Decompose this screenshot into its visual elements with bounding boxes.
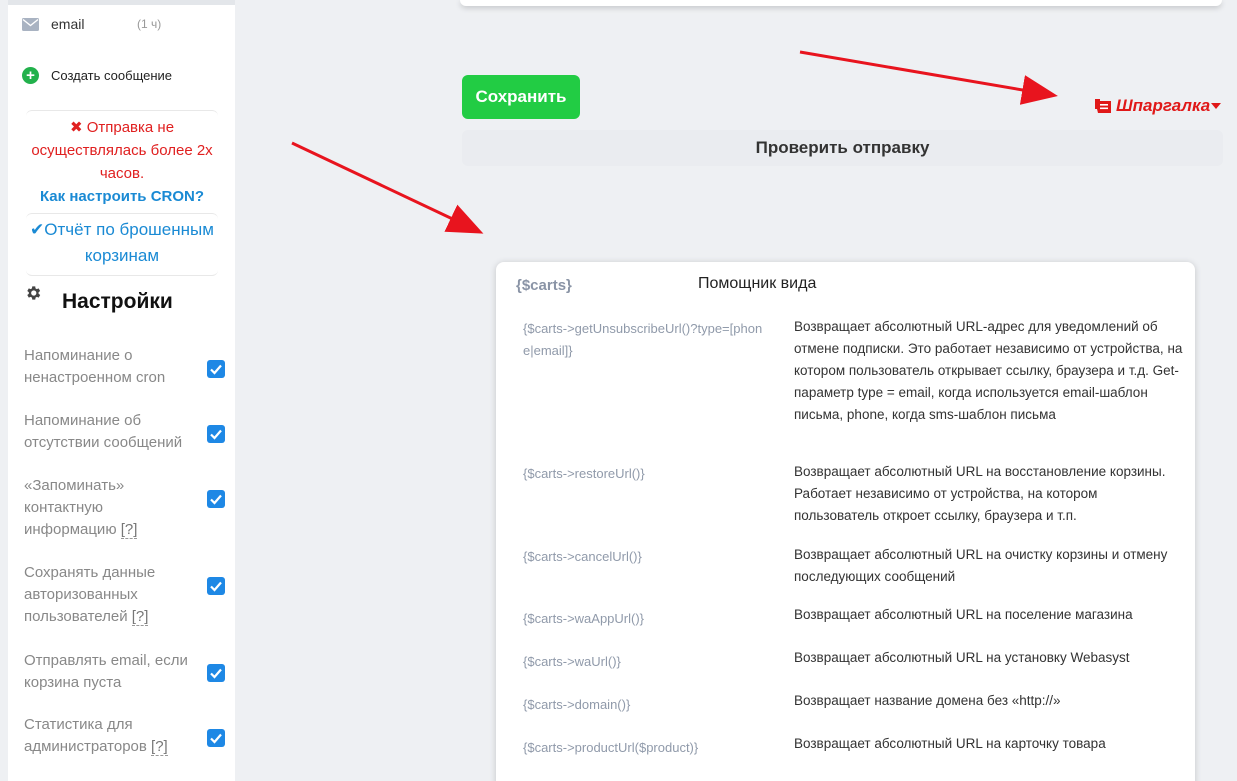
helper-code: {$carts->restoreUrl()}	[523, 466, 645, 481]
caret-down-icon	[1211, 103, 1222, 109]
setting-send-empty-cart: Отправлять email, если корзина пуста	[24, 650, 229, 694]
top-panel-edge	[460, 0, 1222, 6]
checkbox-checked-icon[interactable]	[207, 360, 225, 378]
help-hint[interactable]: [?]	[131, 608, 149, 626]
check-icon: ✔	[30, 220, 45, 239]
cheat-sheet-link[interactable]: Шпаргалка	[1093, 96, 1222, 116]
abandoned-carts-report-link[interactable]: ✔Отчёт по брошенным корзинам	[26, 213, 218, 276]
helper-code: {$carts->waAppUrl()}	[523, 611, 645, 626]
cron-warning-box: ✖ Отправка не осуществлялась более 2х ча…	[26, 110, 218, 213]
checkbox-checked-icon[interactable]	[207, 577, 225, 595]
setting-label: Сохранять данные авторизованных пользова…	[24, 564, 156, 626]
save-button[interactable]: Сохранить	[462, 75, 580, 119]
cron-warning: ✖ Отправка не осуществлялась более 2х ча…	[26, 116, 218, 185]
helper-code: {$carts->productUrl($product)}	[523, 740, 699, 755]
helper-desc: Возвращает абсолютный URL на восстановле…	[794, 464, 1166, 523]
setting-label: Напоминание о ненастроенном cron	[24, 347, 166, 386]
annotation-arrow-cheat-sheet	[799, 50, 1058, 105]
setting-label: «Запоминать» контактную информацию [?]	[24, 477, 138, 539]
report-label: Отчёт по брошенным корзинам	[44, 220, 214, 265]
setting-admin-stats: Статистика для администраторов [?]	[24, 714, 229, 758]
setting-label: Отправлять email, если корзина пуста	[24, 652, 188, 691]
helper-code: {$carts->cancelUrl()}	[523, 549, 642, 564]
checkbox-checked-icon[interactable]	[207, 490, 225, 508]
sidebar-top-strip	[8, 0, 235, 5]
helper-title: Помощник вида	[698, 275, 817, 292]
helper-code: {$carts->domain()}	[523, 697, 631, 712]
setting-save-auth-users: Сохранять данные авторизованных пользова…	[24, 562, 229, 628]
email-count: (1 ч)	[137, 17, 162, 31]
helper-desc: Возвращает абсолютный URL-адрес для увед…	[794, 319, 1183, 422]
cheat-sheet-label: Шпаргалка	[1116, 96, 1211, 115]
sidebar-item-email[interactable]: email (1 ч)	[22, 14, 222, 34]
helper-desc: Возвращает абсолютный URL на очистку кор…	[794, 547, 1168, 584]
envelope-icon	[22, 17, 39, 31]
setting-label: Статистика для администраторов [?]	[24, 716, 168, 756]
checkbox-checked-icon[interactable]	[207, 729, 225, 747]
create-message-button[interactable]: + Создать сообщение	[22, 64, 172, 86]
helper-desc: Возвращает абсолютный URL на установку W…	[794, 650, 1130, 665]
annotation-arrow-helper	[291, 141, 484, 234]
app-root: email (1 ч) + Создать сообщение ✖ Отправ…	[0, 0, 1237, 781]
settings-header: Настройки	[24, 282, 224, 322]
helper-code: {$carts->getUnsubscribeUrl()?type=[phone…	[523, 321, 763, 358]
check-send-button[interactable]: Проверить отправку	[462, 130, 1223, 166]
checkbox-checked-icon[interactable]	[207, 425, 225, 443]
report-text: ✔Отчёт по брошенным корзинам	[26, 217, 218, 269]
setting-label: Напоминание об отсутствии сообщений	[24, 412, 183, 451]
setting-no-messages-reminder: Напоминание об отсутствии сообщений	[24, 410, 229, 454]
view-helper-panel: {$carts} Помощник вида {$carts->getUnsub…	[496, 262, 1195, 781]
setting-cron-reminder: Напоминание о ненастроенном cron	[24, 345, 229, 389]
cheat-sheet-icon	[1095, 99, 1111, 113]
help-hint[interactable]: [?]	[151, 738, 168, 756]
settings-title: Настройки	[62, 290, 173, 313]
create-message-label: Создать сообщение	[51, 67, 173, 83]
setting-remember-contacts: «Запоминать» контактную информацию [?]	[24, 475, 229, 541]
helper-desc: Возвращает название домена без «http://»	[794, 693, 1061, 708]
checkbox-checked-icon[interactable]	[207, 664, 225, 682]
helper-code: {$carts->waUrl()}	[523, 654, 621, 669]
cron-setup-link[interactable]: Как настроить CRON?	[26, 186, 218, 208]
helper-desc: Возвращает абсолютный URL на поселение м…	[794, 607, 1133, 622]
help-hint[interactable]: [?]	[120, 521, 138, 539]
email-label: email	[51, 16, 85, 32]
sidebar: email (1 ч) + Создать сообщение ✖ Отправ…	[8, 0, 235, 781]
close-icon: ✖	[69, 119, 83, 136]
cron-warning-text: Отправка не осуществлялась более 2х часо…	[31, 119, 213, 182]
helper-desc: Возвращает абсолютный URL на карточку то…	[794, 736, 1106, 751]
helper-variable-title: {$carts}	[516, 277, 572, 294]
plus-circle-icon: +	[22, 66, 39, 84]
gear-icon	[27, 286, 41, 300]
